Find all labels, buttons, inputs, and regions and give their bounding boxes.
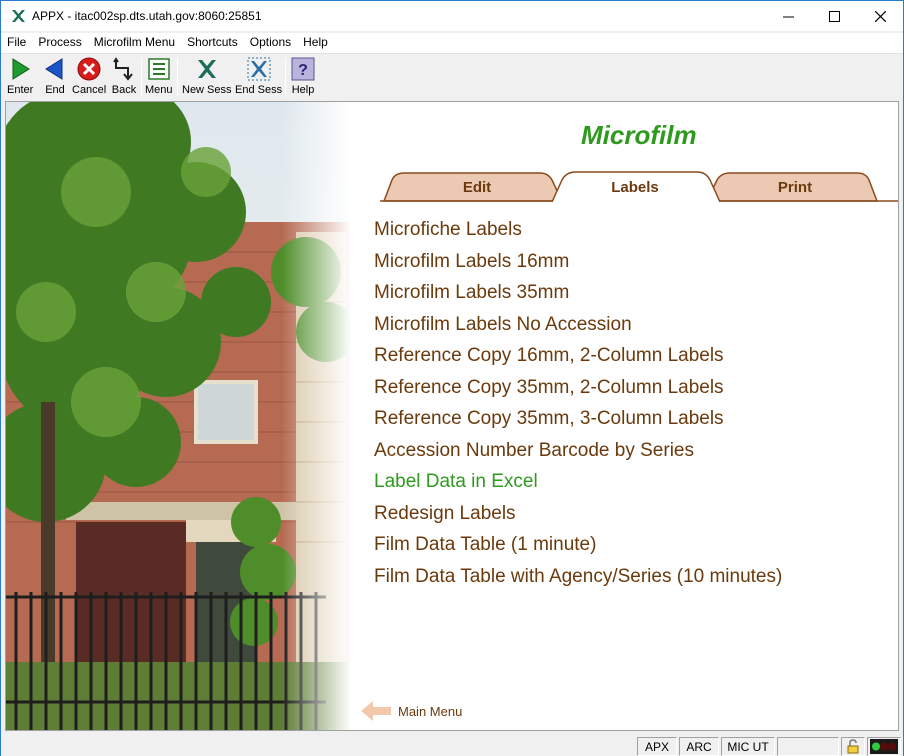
help-icon: ? [291,57,315,81]
appx-logo-icon [12,10,25,22]
back-label: Back [111,84,137,96]
enter-label: Enter [7,84,34,96]
menu-process[interactable]: Process [32,33,87,53]
appx-new-session-icon [197,60,216,78]
toolbar-separator [285,58,286,96]
menu-item-microfiche-labels[interactable]: Microfiche Labels [374,217,782,249]
menu-item-film-data-table-agency-series[interactable]: Film Data Table with Agency/Series (10 m… [374,564,782,596]
back-button[interactable]: Back [111,56,137,98]
menu-options[interactable]: Options [244,33,297,53]
menu-item-accession-number-barcode[interactable]: Accession Number Barcode by Series [374,438,782,470]
tab-labels[interactable]: Labels [580,179,690,196]
close-button[interactable] [857,1,903,31]
lock-icon [847,739,859,754]
tab-print[interactable]: Print [740,179,850,196]
end-label: End [45,84,65,96]
new-session-button[interactable]: New Sess [182,56,232,98]
menu-item-label-data-in-excel[interactable]: Label Data in Excel [374,469,782,501]
main-menu-link[interactable]: Main Menu [360,700,462,722]
menu-label: Menu [145,84,173,96]
maximize-button[interactable] [811,1,857,31]
menu-button[interactable]: Menu [145,56,173,98]
toolbar-separator [177,58,178,96]
list-icon [148,58,170,80]
tab-bar: Edit Labels Print [352,168,898,204]
maximize-icon [828,10,840,22]
minimize-button[interactable] [765,1,811,31]
traffic-light-icon [870,739,898,754]
help-button[interactable]: ? Help [290,56,316,98]
menu-bar: File Process Microfilm Menu Shortcuts Op… [1,33,903,53]
window-title: APPX - itac002sp.dts.utah.gov:8060:25851 [32,9,262,23]
cancel-label: Cancel [72,84,107,96]
left-arrow-icon [361,701,391,721]
status-apx: APX [637,737,677,756]
labels-menu-list: Microfiche Labels Microfilm Labels 16mm … [374,217,782,595]
menu-item-reference-copy-16mm-2col[interactable]: Reference Copy 16mm, 2-Column Labels [374,343,782,375]
status-mic-ut: MIC UT [721,737,775,756]
cancel-icon [77,57,101,81]
minimize-icon [782,16,794,17]
svg-text:?: ? [298,62,308,79]
status-arc: ARC [679,737,719,756]
appx-end-session-icon [247,57,271,81]
menu-item-film-data-table[interactable]: Film Data Table (1 minute) [374,532,782,564]
cancel-button[interactable]: Cancel [72,56,106,98]
play-icon [12,58,31,80]
return-icon [113,57,133,81]
menu-item-reference-copy-35mm-3col[interactable]: Reference Copy 35mm, 3-Column Labels [374,406,782,438]
menu-item-microfilm-labels-16mm[interactable]: Microfilm Labels 16mm [374,249,782,281]
close-icon [874,10,886,22]
page-title: Microfilm [581,120,697,150]
menu-item-redesign-labels[interactable]: Redesign Labels [374,501,782,533]
toolbar-separator [141,58,142,96]
toolbar: Enter End Cancel Back Menu New Sess End … [1,53,903,99]
title-bar: APPX - itac002sp.dts.utah.gov:8060:25851 [1,1,903,31]
menu-file[interactable]: File [1,33,32,53]
menu-shortcuts[interactable]: Shortcuts [181,33,244,53]
app-window: APPX - itac002sp.dts.utah.gov:8060:25851… [0,0,904,756]
end-button[interactable]: End [42,56,68,98]
content-panel: Microfilm Edit Labels Print Microfiche L… [5,101,899,731]
menu-microfilm-menu[interactable]: Microfilm Menu [88,33,181,53]
tab-edit[interactable]: Edit [422,179,532,196]
menu-item-microfilm-labels-35mm[interactable]: Microfilm Labels 35mm [374,280,782,312]
end-session-label: End Sess [235,84,283,96]
back-arrow-icon [45,58,63,80]
help-label: Help [291,84,315,96]
main-menu-label: Main Menu [398,703,463,719]
menu-help[interactable]: Help [297,33,334,53]
menu-item-microfilm-labels-no-accession[interactable]: Microfilm Labels No Accession [374,312,782,344]
status-bar: APX ARC MIC UT [1,735,903,756]
end-session-button[interactable]: End Sess [235,56,282,98]
status-lock [841,737,865,756]
menu-item-reference-copy-35mm-2col[interactable]: Reference Copy 35mm, 2-Column Labels [374,375,782,407]
building-photo [6,102,351,730]
status-lights [867,737,901,756]
status-empty [777,737,839,756]
new-session-label: New Sess [182,84,232,96]
enter-button[interactable]: Enter [7,56,33,98]
